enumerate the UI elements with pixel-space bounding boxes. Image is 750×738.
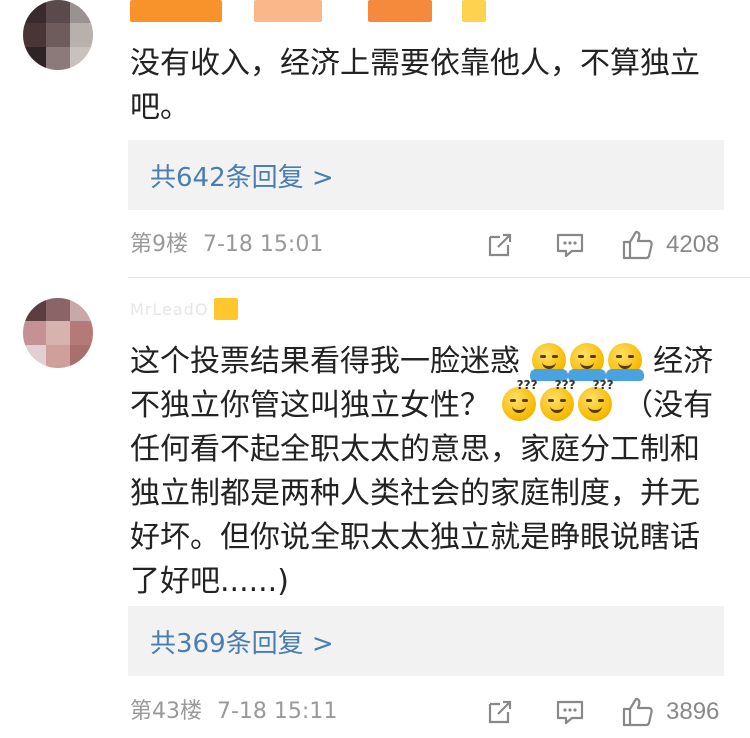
avatar-pixel [23,23,47,47]
avatar-pixel [46,344,70,368]
share-icon[interactable] [484,229,516,261]
avatar[interactable] [23,298,93,368]
reply-icon[interactable] [554,229,586,261]
avatar-pixel [23,321,47,345]
floor-number: 第9楼 [130,232,188,257]
comment-item: 没有收入，经济上需要依靠他人，不算独立吧。 共642条回复 > 第9楼 7-18… [0,0,750,278]
avatar-pixel [46,321,70,345]
view-replies-button[interactable]: 共369条回复 > [128,606,724,676]
avatar-pixel [46,46,70,70]
avatar-pixel [69,298,93,322]
view-replies-button[interactable]: 共642条回复 > [128,140,724,210]
avatar-pixel [69,0,93,24]
reply-icon[interactable] [554,696,586,728]
dizzy-emoji-icon: ??? [501,379,538,421]
avatar-pixel [46,23,70,47]
shrug-emoji-icon [567,343,606,381]
avatar-pixel [23,46,47,70]
timestamp: 7-18 15:11 [217,699,338,724]
dizzy-emoji-icon: ??? [577,379,614,421]
comment-text: 没有收入，经济上需要依靠他人，不算独立吧。 [130,46,700,125]
comment-meta: 第43楼 7-18 15:11 [130,697,337,727]
avatar-pixel [23,344,47,368]
avatar-pixel [46,0,70,24]
avatar-pixel [69,344,93,368]
comment-actions: 4208 [484,227,719,263]
emoji-group [529,343,644,381]
shrug-emoji-icon [605,343,644,381]
comment-text-part: 这个投票结果看得我一脸迷惑 [130,344,520,379]
shrug-emoji-icon [529,343,568,381]
username-block [462,0,486,22]
like-count: 3896 [666,698,720,725]
comment-actions: 3896 [484,694,719,730]
username-text: MrLeadO [130,299,209,319]
username[interactable] [130,0,486,22]
comment-list: 没有收入，经济上需要依靠他人，不算独立吧。 共642条回复 > 第9楼 7-18… [0,0,750,738]
avatar-pixel [46,298,70,322]
avatar-pixel [69,23,93,47]
avatar-pixel [23,0,47,24]
comment-meta: 第9楼 7-18 15:01 [130,230,323,260]
comment-text: 这个投票结果看得我一脸迷惑 经济不独立你管这叫独立女性？ ??? ??? ???… [130,340,720,604]
username-block [130,0,222,22]
like-icon[interactable] [622,229,654,261]
like-count: 4208 [666,231,720,258]
username-block [254,0,322,22]
member-badge-icon [214,298,239,320]
username-block [368,0,432,22]
timestamp: 7-18 15:01 [203,232,324,257]
like-icon[interactable] [622,696,654,728]
comment-item: MrLeadO 这个投票结果看得我一脸迷惑 经济不独立你管这叫独立女性？ ???… [0,278,750,738]
username[interactable]: MrLeadO [130,298,239,320]
dizzy-emoji-icon: ??? [539,379,576,421]
floor-number: 第43楼 [130,699,202,724]
avatar-pixel [23,298,47,322]
avatar-pixel [69,46,93,70]
avatar-pixel [69,321,93,345]
share-icon[interactable] [484,696,516,728]
avatar[interactable] [23,0,93,70]
emoji-group: ??? ??? ??? [501,379,614,421]
